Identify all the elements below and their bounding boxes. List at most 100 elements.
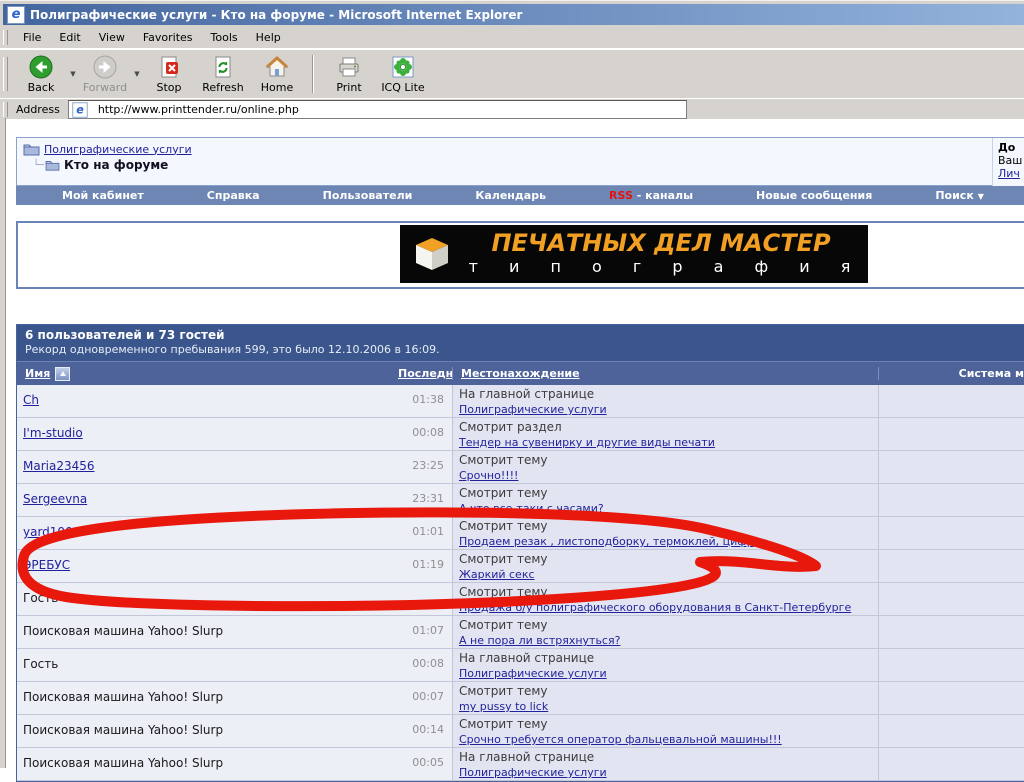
user-name-link[interactable]: Maria23456 xyxy=(23,459,95,473)
online-record: Рекорд одновременного пребывания 599, эт… xyxy=(25,343,1016,357)
nav-help[interactable]: Справка xyxy=(207,189,260,202)
last-activity-time: 01:07 xyxy=(390,616,452,648)
refresh-label: Refresh xyxy=(202,81,244,94)
location-topic-link[interactable]: Полиграфические услуги xyxy=(459,403,607,416)
screenshot-root: { "window": { "title": "Полиграфические … xyxy=(0,0,1024,768)
address-input[interactable] xyxy=(94,102,686,117)
nav-new-messages[interactable]: Новые сообщения xyxy=(756,189,872,202)
location-topic-link[interactable]: Продажа б/у полиграфического оборудовани… xyxy=(459,601,851,614)
welcome-text: До xyxy=(998,141,1024,154)
menu-view[interactable]: View xyxy=(90,28,134,47)
im-system-cell xyxy=(878,484,1024,516)
chevron-down-icon: ▼ xyxy=(978,192,984,201)
ad-banner[interactable]: ПЕЧАТНЫХ ДЕЛ МАСТЕР т и п о г р а ф и я xyxy=(400,225,868,283)
banner-title: ПЕЧАТНЫХ ДЕЛ МАСТЕР xyxy=(491,230,830,256)
toolbar-separator xyxy=(312,55,314,93)
rss-rest-text: - каналы xyxy=(633,189,693,202)
location-topic-link[interactable]: my pussy to lick xyxy=(459,700,548,713)
location-topic-link[interactable]: Тендер на сувенирку и другие виды печати xyxy=(459,436,715,449)
location-cell: Смотрит тему Срочно требуется оператор ф… xyxy=(452,715,878,747)
location-topic-link[interactable]: А не пора ли встряхнуться? xyxy=(459,634,620,647)
location-cell: Смотрит тему Продаем резак , листоподбор… xyxy=(452,517,878,549)
last-activity-time: 00:08 xyxy=(390,418,452,450)
back-button[interactable]: Back xyxy=(14,52,68,96)
menu-file[interactable]: File xyxy=(14,28,50,47)
sort-ascending-icon[interactable] xyxy=(55,367,70,381)
address-label: Address xyxy=(14,103,68,116)
nav-users[interactable]: Пользователи xyxy=(323,189,413,202)
location-cell: Смотрит раздел Тендер на сувенирку и дру… xyxy=(452,418,878,450)
last-activity-time: 00:08 xyxy=(390,649,452,681)
forward-button[interactable]: Forward xyxy=(78,52,132,96)
table-row: Поисковая машина Yahoo! Slurp 00:07 Смот… xyxy=(17,682,1024,715)
column-name[interactable]: Имя xyxy=(17,367,390,381)
table-row: Поисковая машина Yahoo! Slurp 00:05 На г… xyxy=(17,748,1024,781)
user-name-link[interactable]: ЭРЕБУС xyxy=(23,558,70,572)
user-name-link[interactable]: I'm-studio xyxy=(23,426,83,440)
icq-lite-button[interactable]: ICQ Lite xyxy=(376,52,430,96)
forward-label: Forward xyxy=(83,81,127,94)
toolbar-grip[interactable] xyxy=(3,102,8,117)
breadcrumb: Полиграфические услуги xyxy=(17,138,1024,156)
location-cell: На главной странице Полиграфические услу… xyxy=(452,649,878,681)
address-field[interactable]: e xyxy=(68,100,687,119)
location-cell: Смотрит тему Продажа б/у полиграфическог… xyxy=(452,583,878,615)
forward-icon xyxy=(93,55,117,79)
toolbar-grip[interactable] xyxy=(3,57,8,91)
location-topic-link[interactable]: Продаем резак , листоподборку, термоклей… xyxy=(459,535,767,548)
search-label: Поиск xyxy=(935,189,973,202)
online-stats-bar: 6 пользователей и 73 гостей Рекорд однов… xyxy=(17,325,1024,361)
user-name-cell: Поисковая машина Yahoo! Slurp xyxy=(17,748,390,780)
home-label: Home xyxy=(261,81,293,94)
table-row: I'm-studio 00:08 Смотрит раздел Тендер н… xyxy=(17,418,1024,451)
banner-subtitle: т и п о г р а ф и я xyxy=(469,256,864,278)
print-button[interactable]: Print xyxy=(322,52,376,96)
private-messages-link[interactable]: Лич xyxy=(998,167,1024,180)
location-topic-link[interactable]: Срочно!!!! xyxy=(459,469,518,482)
breadcrumb-root-link[interactable]: Полиграфические услуги xyxy=(44,143,192,156)
location-topic-link[interactable]: Срочно требуется оператор фальцевальной … xyxy=(459,733,782,746)
location-cell: Смотрит тему А что все-таки с часами? xyxy=(452,484,878,516)
nav-calendar[interactable]: Календарь xyxy=(475,189,546,202)
table-row: Sergeevna 23:31 Смотрит тему А что все-т… xyxy=(17,484,1024,517)
whos-online-table: 6 пользователей и 73 гостей Рекорд однов… xyxy=(16,324,1024,782)
back-dropdown-icon[interactable]: ▼ xyxy=(68,52,78,96)
column-last-activity[interactable]: Последняя активность xyxy=(390,367,452,380)
browser-chrome: e Полиграфические услуги - Кто на форуме… xyxy=(0,0,1024,119)
page-title: Кто на форуме xyxy=(64,158,168,172)
nav-my-cabinet[interactable]: Мой кабинет xyxy=(62,189,144,202)
forward-dropdown-icon[interactable]: ▼ xyxy=(132,52,142,96)
user-name-cell: Гость xyxy=(17,583,390,615)
user-name-link[interactable]: Ch xyxy=(23,393,39,407)
menu-edit[interactable]: Edit xyxy=(50,28,89,47)
nav-search[interactable]: Поиск ▼ xyxy=(935,189,984,202)
folder-open-icon xyxy=(45,159,60,171)
user-name-link[interactable]: Sergeevna xyxy=(23,492,87,506)
location-topic-link[interactable]: Полиграфические услуги xyxy=(459,667,607,680)
location-topic-link[interactable]: Жаркий секс xyxy=(459,568,535,581)
menu-favorites[interactable]: Favorites xyxy=(134,28,202,47)
nav-rss[interactable]: RSS - каналы xyxy=(609,189,693,202)
user-panel: До Ваш Лич xyxy=(992,138,1024,188)
home-icon xyxy=(265,55,289,79)
column-location[interactable]: Местонахождение xyxy=(452,367,878,380)
table-row: yard100 01:01 Смотрит тему Продаем резак… xyxy=(17,517,1024,550)
im-system-cell xyxy=(878,715,1024,747)
back-icon xyxy=(29,55,53,79)
breadcrumb-current-row: └─ Кто на форуме xyxy=(17,156,1024,172)
refresh-button[interactable]: Refresh xyxy=(196,52,250,96)
table-row: Поисковая машина Yahoo! Slurp 01:07 Смот… xyxy=(17,616,1024,649)
home-button[interactable]: Home xyxy=(250,52,304,96)
column-headers: Имя Последняя активность Местонахождение… xyxy=(17,361,1024,385)
last-activity-time: 01:19 xyxy=(390,550,452,582)
im-system-cell xyxy=(878,616,1024,648)
page-icon: e xyxy=(72,102,87,117)
user-name-link[interactable]: yard100 xyxy=(23,525,73,539)
toolbar-grip[interactable] xyxy=(3,30,8,45)
menu-tools[interactable]: Tools xyxy=(202,28,247,47)
stop-button[interactable]: Stop xyxy=(142,52,196,96)
menu-help[interactable]: Help xyxy=(247,28,290,47)
table-row: Поисковая машина Yahoo! Slurp 00:14 Смот… xyxy=(17,715,1024,748)
location-topic-link[interactable]: А что все-таки с часами? xyxy=(459,502,604,515)
last-activity-time: 00:05 xyxy=(390,748,452,780)
